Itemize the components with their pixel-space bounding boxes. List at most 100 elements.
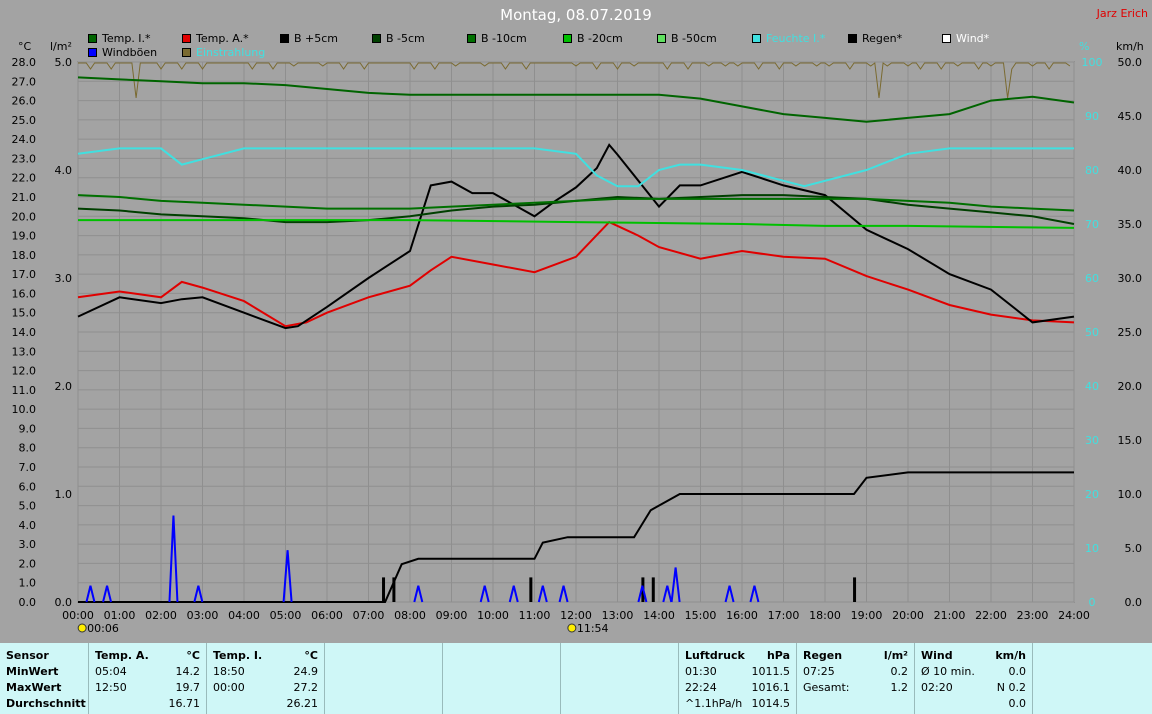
temp-tick-label: 6.0 bbox=[19, 480, 37, 493]
wind-unit: km/h bbox=[995, 649, 1026, 662]
luftdruck-min-time: 01:30 bbox=[685, 665, 717, 678]
temp-i-max-value: 27.2 bbox=[293, 681, 319, 694]
temp-tick-label: 21.0 bbox=[12, 191, 37, 204]
humidity-tick-label: 40 bbox=[1085, 380, 1099, 393]
legend-swatch bbox=[848, 34, 857, 43]
legend-swatch bbox=[182, 48, 191, 57]
temp-tick-label: 5.0 bbox=[19, 500, 37, 513]
legend-swatch bbox=[467, 34, 476, 43]
x-tick-label: 13:00 bbox=[602, 609, 634, 622]
wind-tick-label: 10.0 bbox=[1118, 488, 1143, 501]
sun-marker-label: 00:06 bbox=[87, 622, 119, 635]
legend-swatch bbox=[182, 34, 191, 43]
temp-tick-label: 9.0 bbox=[19, 422, 37, 435]
temp-a-max-value: 19.7 bbox=[175, 681, 201, 694]
humidity-tick-label: 70 bbox=[1085, 218, 1099, 231]
sun-icon bbox=[77, 623, 87, 633]
x-tick-label: 16:00 bbox=[726, 609, 758, 622]
x-tick-label: 12:00 bbox=[560, 609, 592, 622]
wind-tick-label: 45.0 bbox=[1118, 110, 1143, 123]
temp-tick-label: 19.0 bbox=[12, 230, 37, 243]
luftdruck-unit: hPa bbox=[766, 649, 790, 662]
humidity-tick-label: 100 bbox=[1082, 56, 1103, 69]
legend-item: Temp. A.* bbox=[182, 32, 249, 45]
row-label-avg: Durchschnitt bbox=[6, 697, 86, 710]
temp-a-max-time: 12:50 bbox=[95, 681, 127, 694]
regen-total-label: Gesamt: bbox=[803, 681, 850, 694]
regen-max-time: 07:25 bbox=[803, 665, 835, 678]
wind-avg-value: 0.0 bbox=[1008, 697, 1027, 710]
x-tick-label: 21:00 bbox=[934, 609, 966, 622]
sun-icon bbox=[567, 623, 577, 633]
temp-tick-label: 18.0 bbox=[12, 249, 37, 262]
x-tick-label: 24:00 bbox=[1058, 609, 1090, 622]
wind-max-time: 02:20 bbox=[921, 681, 953, 694]
temp-tick-label: 10.0 bbox=[12, 403, 37, 416]
temp-tick-label: 23.0 bbox=[12, 152, 37, 165]
legend-label: Windböen bbox=[102, 46, 158, 59]
x-tick-label: 23:00 bbox=[1017, 609, 1049, 622]
legend-label: B -20cm bbox=[577, 32, 623, 45]
x-tick-label: 09:00 bbox=[436, 609, 468, 622]
stats-temp-a: Temp. A. °C 05:04 14.2 12:50 19.7 16.71 bbox=[88, 643, 206, 714]
wind-tick-label: 0.0 bbox=[1125, 596, 1143, 609]
legend-item: Feuchte I.* bbox=[752, 32, 825, 45]
legend-swatch bbox=[942, 34, 951, 43]
chart-title: Montag, 08.07.2019 bbox=[500, 6, 652, 24]
legend-label: Feuchte I.* bbox=[766, 32, 826, 45]
x-tick-label: 04:00 bbox=[228, 609, 260, 622]
rain-tick-label: 0.0 bbox=[55, 596, 73, 609]
temp-a-avg-value: 16.71 bbox=[168, 697, 201, 710]
wind-max-value: N 0.2 bbox=[996, 681, 1026, 694]
temp-tick-label: 4.0 bbox=[19, 519, 37, 532]
stats-temp-i: Temp. I. °C 18:50 24.9 00:00 27.2 26.21 bbox=[206, 643, 324, 714]
legend-item: Temp. I.* bbox=[88, 32, 151, 45]
legend-label: B -10cm bbox=[481, 32, 527, 45]
legend-label: B -5cm bbox=[386, 32, 425, 45]
temp-tick-label: 11.0 bbox=[12, 384, 37, 397]
temp-i-min-time: 18:50 bbox=[213, 665, 245, 678]
x-tick-label: 07:00 bbox=[353, 609, 385, 622]
weather-chart: 00:00 01:00 02:00 03:00 04:00 05:00 06:00 07:00… bbox=[12, 56, 1143, 635]
sensor-header: Sensor bbox=[6, 649, 49, 662]
temp-tick-label: 3.0 bbox=[19, 538, 37, 551]
stats-empty-4 bbox=[1032, 643, 1152, 714]
wind-tick-label: 35.0 bbox=[1118, 218, 1143, 231]
temp-a-min-value: 14.2 bbox=[175, 665, 201, 678]
x-tick-label: 06:00 bbox=[311, 609, 343, 622]
rain-tick-label: 1.0 bbox=[55, 488, 73, 501]
x-tick-label: 20:00 bbox=[892, 609, 924, 622]
luftdruck-max-time: 22:24 bbox=[685, 681, 717, 694]
wind-title: Wind bbox=[921, 649, 953, 662]
rain-tick-label: 4.0 bbox=[55, 164, 73, 177]
luftdruck-trend: ^1.1hPa/h bbox=[685, 697, 743, 710]
luftdruck-avg-value: 1014.5 bbox=[751, 697, 791, 710]
wind-tick-label: 15.0 bbox=[1118, 434, 1143, 447]
wind-tick-label: 50.0 bbox=[1118, 56, 1143, 69]
legend-label: B +5cm bbox=[294, 32, 339, 45]
temp-tick-label: 13.0 bbox=[12, 345, 37, 358]
rain-tick-label: 5.0 bbox=[55, 56, 73, 69]
temp-tick-label: 12.0 bbox=[12, 365, 37, 378]
temp-tick-label: 17.0 bbox=[12, 268, 37, 281]
row-label-max: MaxWert bbox=[6, 681, 62, 694]
temp-i-title: Temp. I. bbox=[213, 649, 263, 662]
x-tick-label: 08:00 bbox=[394, 609, 426, 622]
row-label-min: MinWert bbox=[6, 665, 59, 678]
stats-empty-2 bbox=[442, 643, 560, 714]
rain-bar bbox=[853, 577, 857, 602]
stats-empty-3 bbox=[560, 643, 678, 714]
x-tick-label: 19:00 bbox=[851, 609, 883, 622]
legend-item: Regen* bbox=[848, 32, 902, 45]
temp-tick-label: 7.0 bbox=[19, 461, 37, 474]
humidity-tick-label: 50 bbox=[1085, 326, 1099, 339]
legend-item: B -5cm bbox=[372, 32, 425, 45]
temp-tick-label: 16.0 bbox=[12, 287, 37, 300]
stats-regen: Regen l/m² 07:25 0.2 Gesamt: 1.2 bbox=[796, 643, 914, 714]
x-tick-label: 00:00 bbox=[62, 609, 94, 622]
legend-item: B -20cm bbox=[563, 32, 623, 45]
rain-tick-label: 2.0 bbox=[55, 380, 73, 393]
x-tick-label: 05:00 bbox=[270, 609, 302, 622]
legend-swatch bbox=[752, 34, 761, 43]
temp-tick-label: 15.0 bbox=[12, 307, 37, 320]
